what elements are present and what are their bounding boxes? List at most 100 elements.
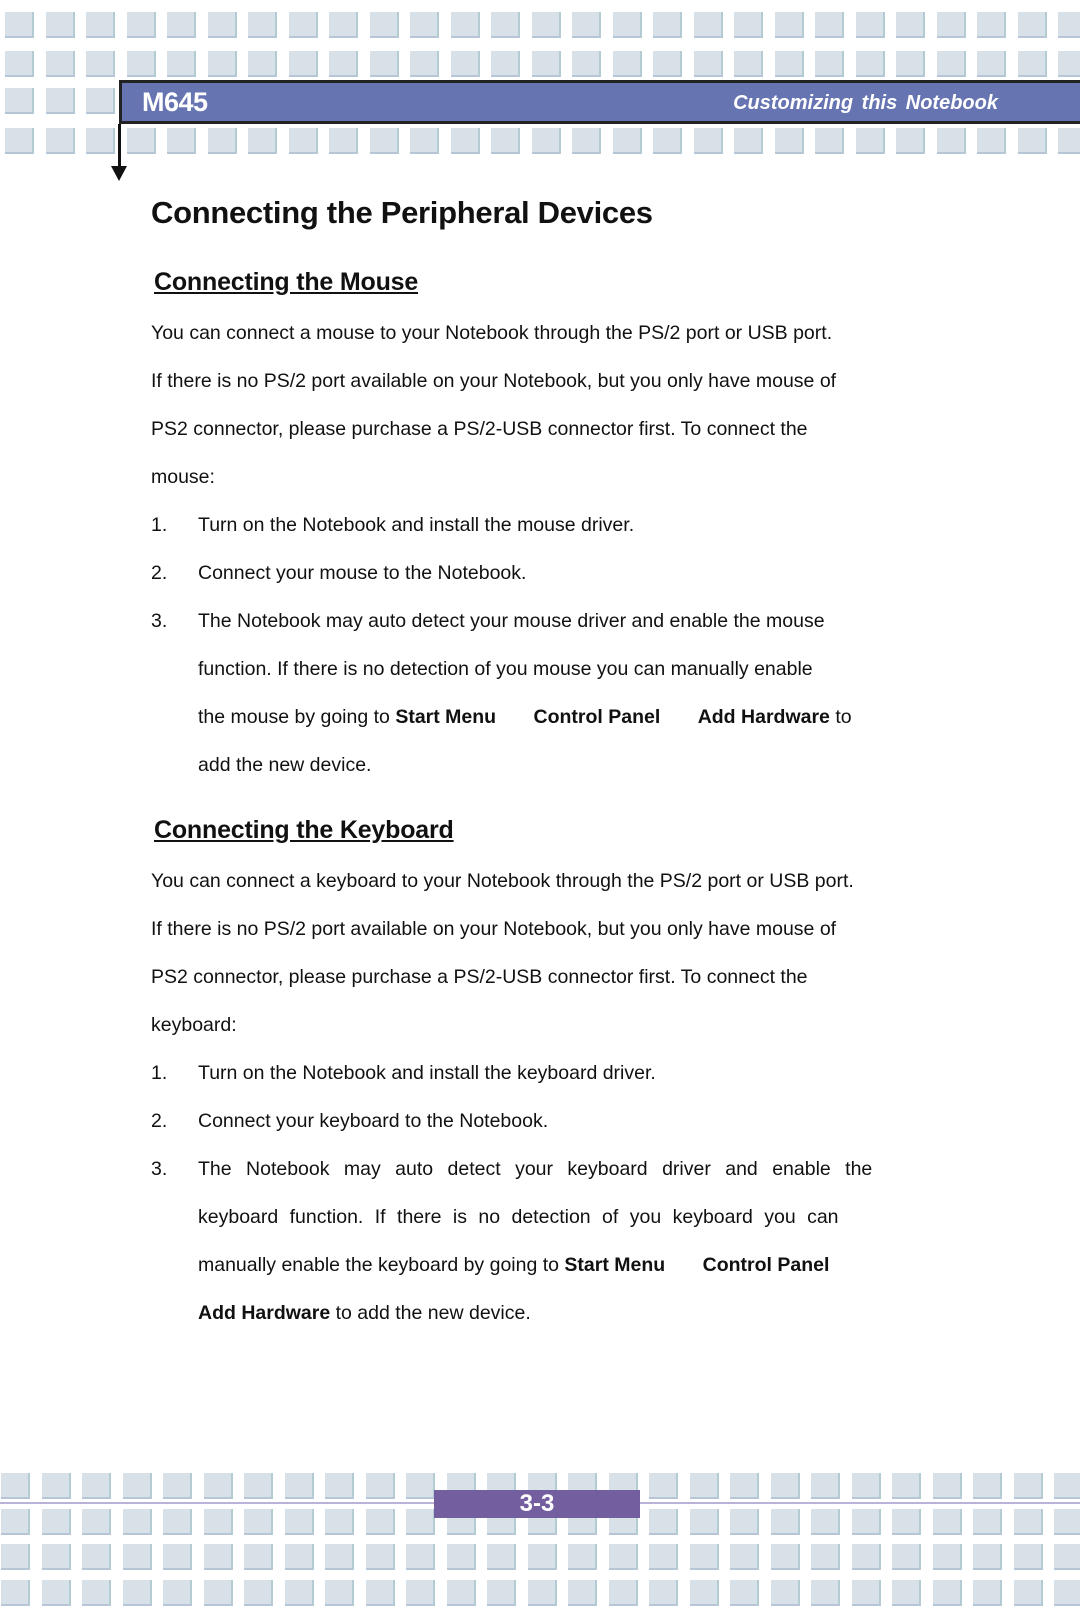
decorative-tile xyxy=(689,1580,719,1606)
section-heading-keyboard: Connecting the Keyboard xyxy=(154,816,454,844)
decorative-tile xyxy=(932,1473,962,1499)
step-text: Turn on the Notebook and install the key… xyxy=(198,1062,656,1084)
decorative-tile xyxy=(851,1580,881,1606)
step-text: The Notebook may auto detect your mouse … xyxy=(198,610,825,632)
page-title: Connecting the Peripheral Devices xyxy=(151,195,653,230)
decorative-tile xyxy=(568,1580,597,1606)
decorative-tile xyxy=(325,1580,354,1606)
decorative-tile xyxy=(450,51,480,77)
decorative-tile xyxy=(41,1544,71,1570)
decorative-tile xyxy=(1017,12,1047,38)
decorative-tile xyxy=(329,51,358,77)
decorative-tile xyxy=(41,1509,71,1535)
decorative-tile xyxy=(689,1509,719,1535)
decorative-tile xyxy=(734,51,763,77)
decorative-tile xyxy=(892,1580,921,1606)
decorative-tile xyxy=(612,51,642,77)
decorative-tile xyxy=(572,51,601,77)
decorative-tile xyxy=(693,12,723,38)
keyboard-intro-line: If there is no PS/2 port available on yo… xyxy=(151,918,837,940)
decorative-tile xyxy=(612,12,642,38)
decorative-tile xyxy=(936,128,966,154)
decorative-tile xyxy=(406,1509,435,1535)
decorative-tile xyxy=(770,1473,800,1499)
decorative-tile xyxy=(973,1473,1002,1499)
decorative-tile xyxy=(45,12,75,38)
decorative-tile xyxy=(82,1544,111,1570)
decorative-tile xyxy=(649,1473,678,1499)
down-arrow-icon xyxy=(111,166,127,181)
decorative-tile xyxy=(1058,12,1080,38)
mouse-intro-line: You can connect a mouse to your Notebook… xyxy=(151,322,833,344)
decorative-tile xyxy=(288,12,318,38)
decorative-tile xyxy=(977,51,1006,77)
decorative-tile xyxy=(284,1544,314,1570)
decorative-tile xyxy=(855,12,885,38)
decorative-tile xyxy=(1013,1509,1043,1535)
decorative-tile xyxy=(1058,128,1080,154)
decorative-tile xyxy=(167,12,196,38)
menu-path-add-hardware: Add Hardware xyxy=(697,706,830,728)
menu-path-control-panel: Control Panel xyxy=(533,706,661,728)
decorative-tile xyxy=(774,128,804,154)
menu-path-start-menu: Start Menu xyxy=(564,1254,666,1276)
decorative-tile xyxy=(730,1473,759,1499)
decorative-tile xyxy=(1058,51,1080,77)
decorative-tile xyxy=(284,1509,314,1535)
decorative-tile xyxy=(730,1580,759,1606)
decorative-tile xyxy=(369,128,399,154)
step-text-prefix: manually enable the keyboard by going to xyxy=(198,1254,559,1276)
decorative-tile xyxy=(1,1473,30,1499)
decorative-tile xyxy=(1054,1544,1080,1570)
decorative-tile xyxy=(811,1473,840,1499)
decorative-tile xyxy=(649,1509,678,1535)
decorative-tile xyxy=(932,1509,962,1535)
decorative-tile xyxy=(932,1580,962,1606)
decorative-tile xyxy=(369,12,399,38)
decorative-tile xyxy=(770,1509,800,1535)
decorative-tile xyxy=(82,1580,111,1606)
decorative-tile xyxy=(450,128,480,154)
decorative-tile xyxy=(365,1544,395,1570)
step-number: 1. xyxy=(151,1062,168,1084)
step-text: the mouse by going to Start Menu Control… xyxy=(198,693,903,741)
decorative-tile xyxy=(1054,1509,1080,1535)
decorative-tile xyxy=(406,1544,435,1570)
decorative-tile xyxy=(163,1509,192,1535)
decorative-tile xyxy=(851,1544,881,1570)
decorative-tile xyxy=(82,1473,111,1499)
decorative-tile xyxy=(203,1473,233,1499)
step-text-suffix: to xyxy=(835,706,852,728)
decorative-tile xyxy=(608,1544,638,1570)
decorative-tile xyxy=(653,128,682,154)
decorative-tile xyxy=(689,1473,719,1499)
decorative-tile xyxy=(491,51,520,77)
decorative-tile xyxy=(86,12,115,38)
step-text: manually enable the keyboard by going to… xyxy=(198,1241,903,1289)
decorative-tile xyxy=(82,1509,111,1535)
decorative-tile xyxy=(41,1580,71,1606)
header-arrow-line xyxy=(118,124,121,170)
decorative-tile xyxy=(932,1544,962,1570)
decorative-tile xyxy=(5,12,34,38)
decorative-tile xyxy=(244,1473,273,1499)
decorative-tile xyxy=(248,128,277,154)
decorative-tile xyxy=(730,1544,759,1570)
decorative-tile xyxy=(531,12,561,38)
decorative-tile xyxy=(410,12,439,38)
decorative-tile xyxy=(527,1544,557,1570)
decorative-tile xyxy=(815,12,844,38)
decorative-tile xyxy=(1013,1473,1043,1499)
decorative-tile xyxy=(126,128,156,154)
decorative-tile xyxy=(446,1580,476,1606)
decorative-tile xyxy=(572,12,601,38)
decorative-tile xyxy=(1,1580,30,1606)
decorative-tile xyxy=(612,128,642,154)
decorative-tile xyxy=(774,12,804,38)
decorative-tile xyxy=(811,1544,840,1570)
decorative-tile xyxy=(851,1473,881,1499)
decorative-tile xyxy=(41,1473,71,1499)
decorative-tile xyxy=(811,1580,840,1606)
decorative-tile xyxy=(410,128,439,154)
decorative-tile xyxy=(203,1509,233,1535)
